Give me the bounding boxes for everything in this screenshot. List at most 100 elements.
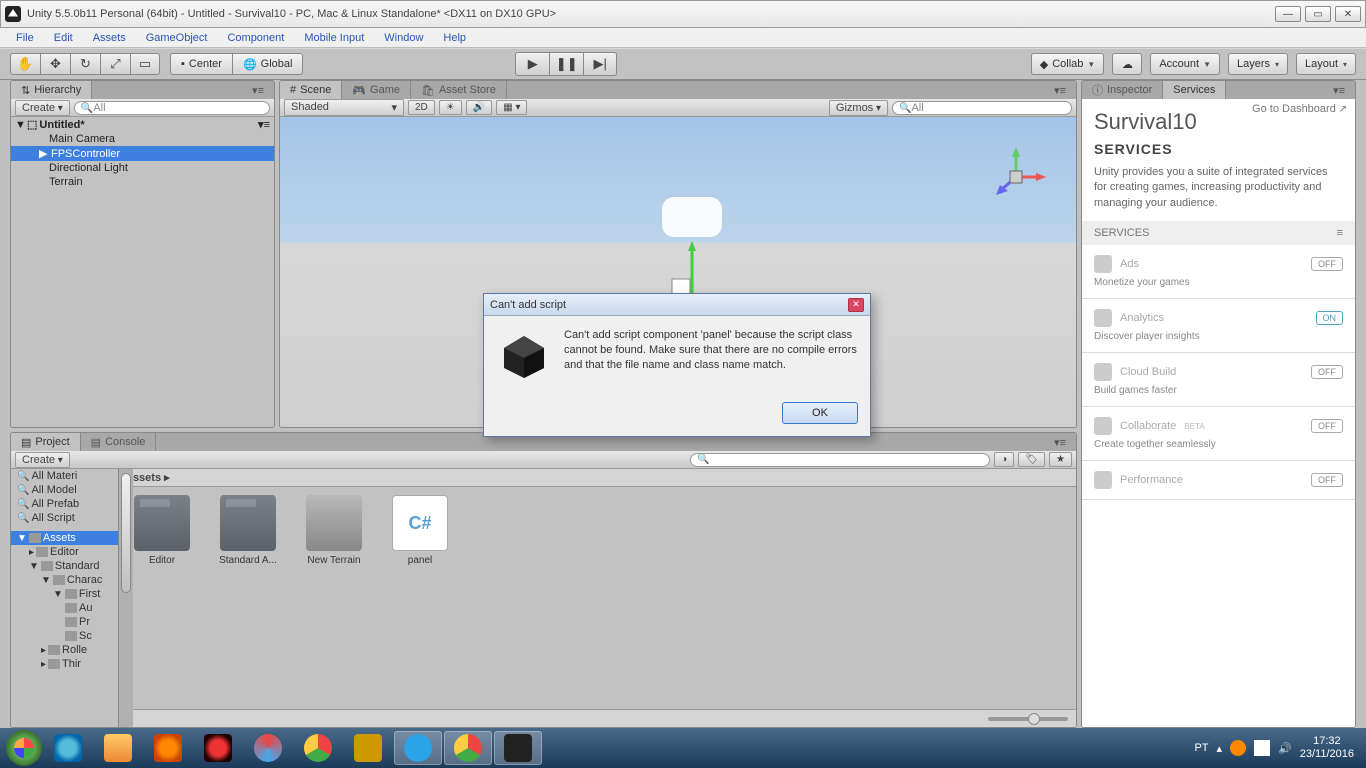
hierarchy-options[interactable]: ▾≡ (242, 81, 274, 99)
project-fav-item[interactable]: 🔍 All Model (11, 483, 118, 497)
toggle-badge[interactable]: OFF (1311, 257, 1343, 271)
taskbar-app-swirl[interactable] (244, 731, 292, 765)
project-fav-item[interactable]: 🔍 All Prefab (11, 497, 118, 511)
project-tree-item[interactable]: ▼ First (11, 587, 118, 601)
layout-dropdown[interactable]: Layout▾ (1296, 53, 1356, 75)
hierarchy-create-dropdown[interactable]: Create ▾ (15, 100, 70, 116)
project-tab[interactable]: ▤ Project (11, 433, 81, 451)
taskbar-mediaplayer[interactable] (144, 731, 192, 765)
rotate-tool-button[interactable]: ↻ (70, 53, 100, 75)
project-tree-item[interactable]: Au (11, 601, 118, 615)
project-tree-item[interactable]: ▼ Charac (11, 573, 118, 587)
dialog-ok-button[interactable]: OK (782, 402, 858, 424)
project-breadcrumb[interactable]: Assets ▸ (119, 469, 1076, 487)
layers-dropdown[interactable]: Layers▾ (1228, 53, 1288, 75)
scene-options[interactable]: ▾≡ (1044, 81, 1076, 99)
hierarchy-tab[interactable]: ⇅ Hierarchy (11, 81, 92, 99)
hierarchy-item[interactable]: Terrain (11, 175, 274, 189)
asset-item[interactable]: Editor (127, 495, 197, 566)
asset-size-slider[interactable] (988, 717, 1068, 721)
gizmos-dropdown[interactable]: Gizmos ▾ (829, 100, 888, 116)
taskbar-flag-icon[interactable] (1254, 740, 1270, 756)
dashboard-link[interactable]: Go to Dashboard ↗ (1252, 103, 1347, 115)
asset-item[interactable]: New Terrain (299, 495, 369, 566)
project-create-dropdown[interactable]: Create ▾ (15, 452, 70, 468)
hierarchy-item[interactable]: ▶FPSController (11, 146, 274, 161)
project-tree-item[interactable]: ▸ Thir (11, 657, 118, 671)
menu-file[interactable]: File (6, 30, 44, 46)
maximize-button[interactable]: ▭ (1305, 6, 1331, 22)
lighting-toggle[interactable]: ☀ (439, 100, 462, 115)
hierarchy-search-input[interactable]: 🔍All (74, 101, 270, 115)
project-options[interactable]: ▾≡ (1044, 433, 1076, 451)
project-tree-item[interactable]: ▼ Assets (11, 531, 118, 545)
taskbar-ie[interactable] (44, 731, 92, 765)
service-cloudbuild[interactable]: Cloud BuildOFF Build games faster (1082, 353, 1355, 407)
service-performance[interactable]: PerformanceOFF (1082, 461, 1355, 500)
project-tree-item[interactable]: ▸ Editor (11, 545, 118, 559)
project-tree-item[interactable]: Pr (11, 615, 118, 629)
taskbar-explorer[interactable] (94, 731, 142, 765)
project-fav-item[interactable]: 🔍 All Script (11, 511, 118, 525)
asset-item[interactable]: panel (385, 495, 455, 566)
audio-toggle[interactable]: 🔊 (466, 100, 492, 115)
collab-dropdown[interactable]: ◆ Collab▼ (1031, 53, 1105, 75)
assetstore-tab[interactable]: 🛍 Asset Store (411, 81, 507, 99)
menu-help[interactable]: Help (433, 30, 476, 46)
move-tool-button[interactable]: ✥ (40, 53, 70, 75)
hierarchy-item[interactable]: Directional Light (11, 161, 274, 175)
rect-tool-button[interactable]: ▭ (130, 53, 160, 75)
project-favorite-button[interactable]: ★ (1049, 452, 1072, 467)
service-ads[interactable]: AdsOFF Monetize your games (1082, 245, 1355, 299)
inspector-tab[interactable]: ⓘ Inspector (1082, 81, 1163, 99)
services-tab[interactable]: Services (1163, 81, 1226, 99)
dialog-titlebar[interactable]: Can't add script ✕ (484, 294, 870, 316)
shaded-dropdown[interactable]: Shaded ▾ (284, 99, 404, 116)
step-button[interactable]: ▶| (583, 52, 617, 76)
orientation-gizmo-icon[interactable] (986, 147, 1046, 207)
taskbar-chrome1[interactable] (294, 731, 342, 765)
project-tree[interactable]: 🔍 All Materi 🔍 All Model 🔍 All Prefab 🔍 … (11, 469, 119, 727)
asset-item[interactable]: Standard A... (213, 495, 283, 566)
services-options[interactable]: ▾≡ (1323, 81, 1355, 99)
scale-tool-button[interactable]: ⤢ (100, 53, 130, 75)
pivot-button[interactable]: ▪ Center (170, 53, 232, 75)
taskbar-skype[interactable] (394, 731, 442, 765)
project-search-input[interactable]: 🔍 (690, 453, 990, 467)
toggle-badge[interactable]: OFF (1311, 473, 1343, 487)
hierarchy-scene-root[interactable]: ▼⬚ Untitled*▾≡ (11, 117, 274, 132)
service-analytics[interactable]: AnalyticsON Discover player insights (1082, 299, 1355, 353)
console-tab[interactable]: ▤ Console (81, 433, 157, 451)
cloud-button[interactable]: ☁ (1112, 53, 1142, 75)
scene-tab[interactable]: # Scene (280, 81, 342, 99)
menu-gameobject[interactable]: GameObject (136, 30, 218, 46)
taskbar-app-red[interactable] (194, 731, 242, 765)
pause-button[interactable]: ❚❚ (549, 52, 583, 76)
hierarchy-item[interactable]: Main Camera (11, 132, 274, 146)
fx-toggle[interactable]: ▦ ▾ (496, 100, 527, 115)
global-button[interactable]: 🌐 Global (232, 53, 304, 75)
minimize-button[interactable]: — (1275, 6, 1301, 22)
dialog-close-button[interactable]: ✕ (848, 298, 864, 312)
taskbar-tray-icon[interactable] (1230, 740, 1246, 756)
taskbar-clock[interactable]: 17:32 23/11/2016 (1300, 735, 1360, 761)
service-collaborate[interactable]: CollaborateBETAOFF Create together seaml… (1082, 407, 1355, 461)
taskbar-tray-chevron-icon[interactable]: ▴ (1217, 742, 1223, 755)
project-filter-button[interactable]: ◑ (994, 452, 1014, 467)
project-fav-item[interactable]: 🔍 All Materi (11, 469, 118, 483)
taskbar-language[interactable]: PT (1194, 742, 1208, 754)
taskbar-lol[interactable] (344, 731, 392, 765)
taskbar-volume-icon[interactable]: 🔊 (1278, 742, 1292, 755)
asset-grid[interactable]: Editor Standard A... New Terrain panel (119, 487, 1076, 709)
project-filter-type-button[interactable]: 🏷 (1018, 452, 1045, 467)
toggle-badge[interactable]: OFF (1311, 365, 1343, 379)
scene-search-input[interactable]: 🔍All (892, 101, 1072, 115)
menu-window[interactable]: Window (374, 30, 433, 46)
toggle-badge[interactable]: ON (1316, 311, 1344, 325)
menu-mobileinput[interactable]: Mobile Input (294, 30, 374, 46)
close-button[interactable]: ✕ (1335, 6, 1361, 22)
hand-tool-button[interactable]: ✋ (10, 53, 40, 75)
play-button[interactable]: ▶ (515, 52, 549, 76)
project-tree-item[interactable]: Sc (11, 629, 118, 643)
project-tree-item[interactable]: ▸ Rolle (11, 643, 118, 657)
